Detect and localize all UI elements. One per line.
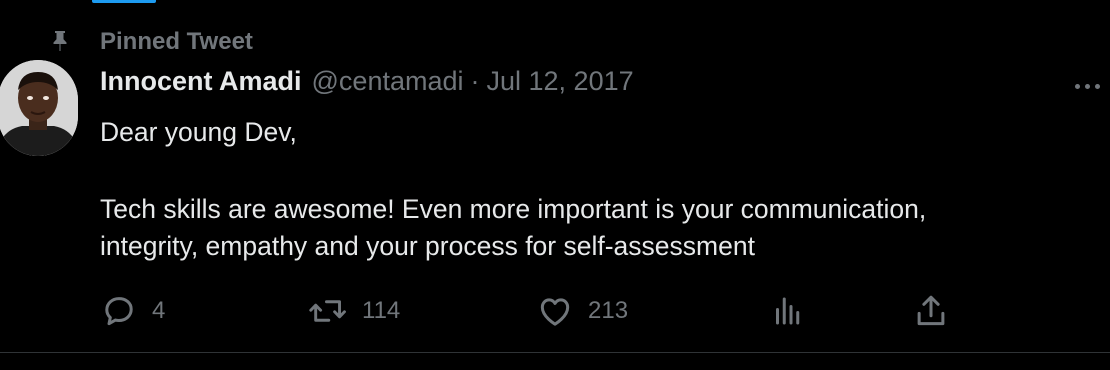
heart-icon (540, 298, 570, 326)
pinned-indicator: Pinned Tweet (48, 26, 253, 56)
more-icon-dot (1085, 83, 1090, 89)
tweet-greeting: Dear young Dev, (100, 117, 297, 147)
tweet-text: Dear young Dev, Tech skills are awesome!… (100, 114, 1090, 265)
bottom-divider (0, 352, 1110, 353)
tweet-header: Innocent Amadi @centamadi · Jul 12, 2017 (100, 66, 634, 100)
retweet-count: 114 (362, 297, 401, 324)
share-icon (917, 295, 945, 326)
like-count: 213 (588, 297, 629, 324)
pin-icon (53, 31, 67, 51)
author-handle[interactable]: @centamadi (312, 66, 464, 97)
analytics-icon (776, 297, 800, 325)
avatar[interactable] (0, 60, 78, 156)
tweet-date[interactable]: Jul 12, 2017 (487, 66, 634, 97)
tweet-line: Tech skills are awesome! Even more impor… (100, 194, 927, 224)
more-options-button[interactable] (1075, 74, 1110, 98)
like-button[interactable]: 213 (536, 291, 628, 331)
more-icon-dot (1095, 83, 1100, 89)
reply-button[interactable]: 4 (100, 291, 165, 331)
reply-icon (105, 297, 133, 326)
retweet-button[interactable]: 114 (308, 291, 400, 331)
tweet-actions: 4 114 213 (100, 291, 960, 331)
share-button[interactable] (912, 291, 950, 331)
tweet-line: integrity, empathy and your process for … (100, 231, 755, 261)
reply-count: 4 (152, 297, 166, 324)
retweet-icon (309, 300, 346, 322)
header-separator: · (470, 66, 480, 96)
author-name[interactable]: Innocent Amadi (100, 66, 302, 97)
more-icon (1075, 83, 1080, 89)
pinned-label: Pinned Tweet (100, 28, 253, 55)
pinned-tweet[interactable]: Pinned Tweet Innocent Amadi @centamadi ·… (0, 4, 1110, 352)
views-button[interactable] (770, 291, 806, 331)
active-tab-indicator (92, 0, 156, 3)
